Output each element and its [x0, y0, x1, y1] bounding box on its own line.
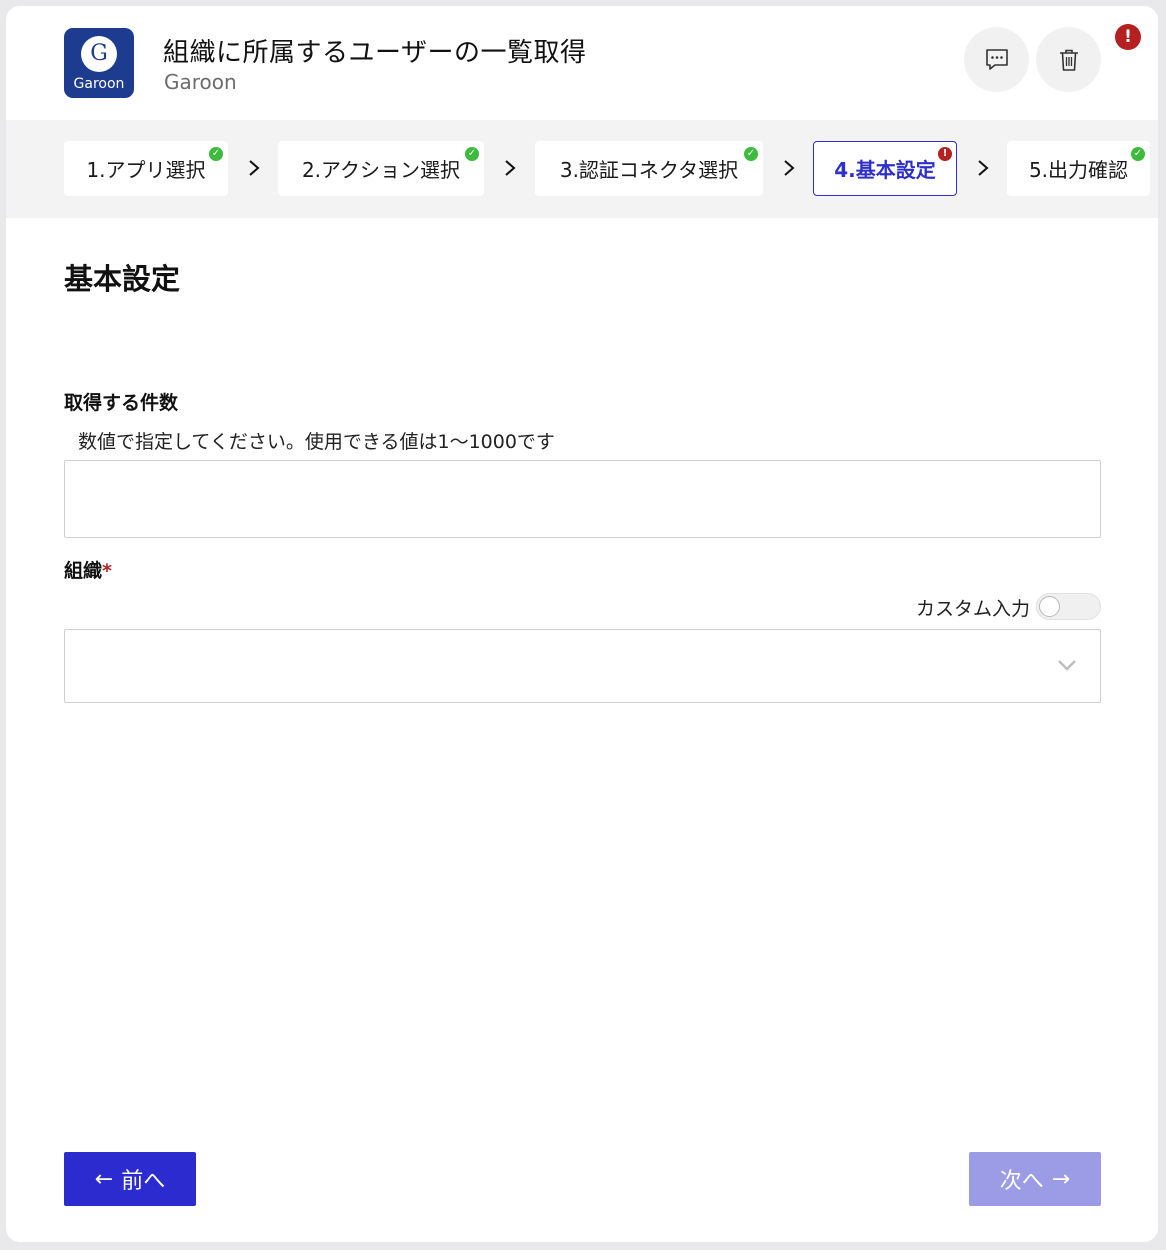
count-field-label: 取得する件数 — [64, 392, 179, 414]
check-icon: ✓ — [744, 147, 758, 161]
toggle-knob — [1039, 596, 1060, 617]
step-app-select[interactable]: 1.アプリ選択 ✓ — [64, 141, 228, 196]
step-label: 3.認証コネクタ選択 — [559, 158, 739, 182]
logo-word: Garoon — [73, 76, 125, 92]
step-label: 5.出力確認 — [1028, 158, 1129, 182]
org-label-text: 組織 — [64, 560, 103, 582]
prev-button[interactable]: ← 前へ — [64, 1152, 196, 1206]
step-output-confirm[interactable]: 5.出力確認 ✓ — [1007, 141, 1150, 196]
arrow-right-icon: → — [1051, 1166, 1071, 1192]
chevron-right-icon — [505, 160, 516, 176]
logo-letter: G — [81, 36, 117, 72]
next-label: 次へ — [999, 1169, 1044, 1194]
org-field-label: 組織* — [64, 556, 112, 583]
step-label: 4.基本設定 — [834, 158, 936, 182]
delete-button[interactable] — [1036, 27, 1101, 92]
custom-input-toggle[interactable] — [1036, 593, 1101, 620]
step-basic-settings[interactable]: 4.基本設定 ! — [813, 141, 957, 196]
count-input[interactable] — [64, 460, 1101, 538]
org-select[interactable] — [64, 629, 1101, 703]
check-icon: ✓ — [209, 147, 223, 161]
chevron-right-icon — [784, 160, 795, 176]
header: G Garoon 組織に所属するユーザーの一覧取得 Garoon ! — [6, 6, 1158, 120]
check-icon: ✓ — [1131, 147, 1145, 161]
step-navigation: 1.アプリ選択 ✓ 2.アクション選択 ✓ 3.認証コネクタ選択 ✓ 4.基本設… — [6, 120, 1158, 218]
trash-icon — [1059, 49, 1078, 71]
step-auth-connector-select[interactable]: 3.認証コネクタ選択 ✓ — [535, 141, 763, 196]
app-name: Garoon — [164, 70, 237, 94]
chevron-down-icon — [1058, 660, 1076, 671]
section-title: 基本設定 — [64, 262, 181, 296]
custom-input-label: カスタム入力 — [915, 598, 1030, 620]
error-alert-icon: ! — [1115, 24, 1141, 50]
check-icon: ✓ — [465, 147, 479, 161]
prev-label: 前へ — [121, 1169, 166, 1194]
dialog-card: G Garoon 組織に所属するユーザーの一覧取得 Garoon ! 1.アプリ… — [6, 6, 1158, 1242]
chevron-right-icon — [249, 160, 260, 176]
chevron-right-icon — [978, 160, 989, 176]
comment-icon — [985, 48, 1008, 70]
next-button[interactable]: 次へ → — [969, 1152, 1101, 1206]
comment-button[interactable] — [964, 27, 1029, 92]
required-mark: * — [102, 560, 112, 582]
count-field-hint: 数値で指定してください。使用できる値は1〜1000です — [78, 431, 555, 453]
error-icon: ! — [938, 147, 952, 161]
step-label: 1.アプリ選択 — [86, 158, 206, 182]
step-label: 2.アクション選択 — [301, 158, 461, 182]
page-title: 組織に所属するユーザーの一覧取得 — [163, 38, 587, 68]
step-action-select[interactable]: 2.アクション選択 ✓ — [278, 141, 484, 196]
garoon-logo: G Garoon — [64, 28, 134, 98]
arrow-left-icon: ← — [94, 1166, 114, 1192]
